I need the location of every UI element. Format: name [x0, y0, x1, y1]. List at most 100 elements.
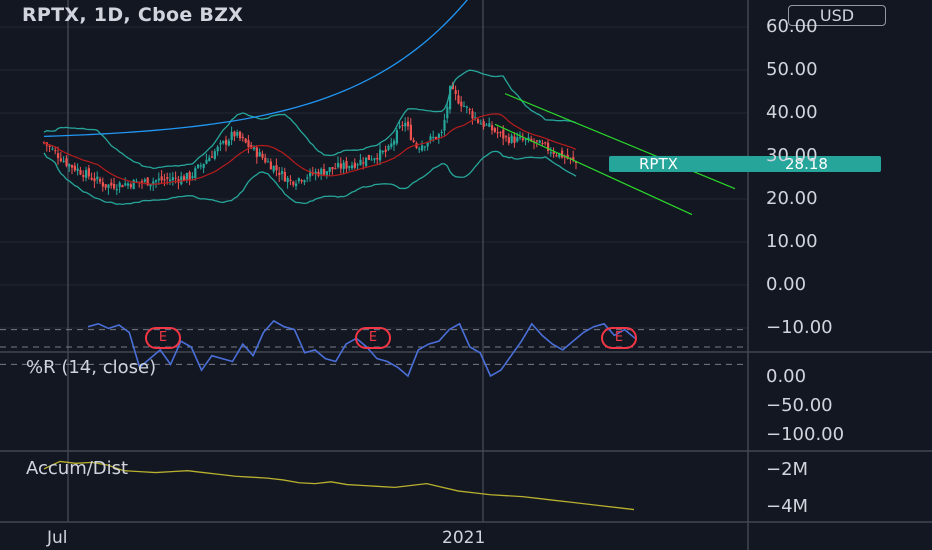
accum-dist-pane	[43, 460, 635, 511]
last-price-badge: RPTX 28.18	[609, 156, 881, 172]
candle-body	[507, 137, 510, 144]
candle-body	[227, 140, 230, 146]
candle-body	[202, 163, 205, 168]
candle-body	[255, 147, 258, 158]
candle-body	[516, 137, 519, 142]
y-tick-label: 0.00	[766, 366, 807, 387]
candle-body	[513, 136, 516, 143]
y-tick-label: −100.00	[766, 424, 845, 445]
candle-body	[65, 158, 68, 166]
candle-body	[99, 179, 102, 182]
candle-body	[496, 132, 499, 134]
candle-body	[239, 131, 242, 139]
candle-body	[471, 111, 474, 119]
candle-body	[289, 179, 292, 181]
candle-body	[303, 180, 306, 183]
candle-body	[356, 164, 359, 166]
candle-body	[555, 155, 558, 157]
candle-body	[440, 131, 443, 133]
candle-body	[407, 121, 410, 127]
candle-body	[479, 123, 482, 125]
candle-body	[85, 169, 88, 178]
candle-body	[183, 176, 186, 181]
candle-body	[395, 130, 398, 144]
candle-body	[79, 169, 82, 175]
candle-body	[362, 162, 365, 164]
candle-body	[76, 168, 79, 171]
candle-body	[379, 149, 382, 161]
candle-body	[393, 140, 396, 145]
candle-body	[535, 140, 538, 142]
candle-body	[292, 181, 295, 185]
candle-body	[54, 150, 57, 152]
candle-body	[351, 165, 354, 169]
candle-body	[244, 138, 247, 143]
earnings-marker-2[interactable]: E	[355, 327, 391, 349]
candle-body	[118, 182, 121, 188]
y-tick-label: 40.00	[766, 102, 818, 123]
candle-body	[457, 95, 460, 104]
candle-body	[463, 105, 466, 107]
candle-body	[426, 142, 429, 147]
candle-body	[71, 165, 74, 168]
candle-body	[275, 165, 278, 171]
candle-body	[264, 157, 267, 163]
y-tick-label: −4M	[766, 496, 809, 517]
candle-body	[387, 145, 390, 150]
candle-body	[82, 175, 85, 177]
candle-body	[213, 151, 216, 159]
candle-body	[482, 121, 485, 127]
candle-body	[443, 120, 446, 131]
y-tick-label: 20.00	[766, 188, 818, 209]
candle-body	[365, 157, 368, 167]
candle-body	[124, 183, 127, 186]
candle-body	[323, 169, 326, 175]
candle-body	[272, 166, 275, 172]
candle-body	[337, 162, 340, 168]
candle-body	[423, 146, 426, 148]
y-tick-label: −50.00	[766, 395, 833, 416]
candle-body	[96, 176, 99, 180]
earnings-marker-1[interactable]: E	[145, 327, 181, 349]
earnings-marker-3[interactable]: E	[601, 327, 637, 349]
candle-body	[541, 142, 544, 144]
y-tick-label: 60.00	[766, 16, 818, 37]
candle-body	[432, 136, 435, 139]
y-tick-label: −10.00	[766, 317, 833, 338]
x-tick-label: 2021	[442, 528, 486, 548]
candle-body	[115, 189, 118, 191]
candle-body	[143, 179, 146, 182]
candle-body	[163, 179, 166, 181]
candle-body	[404, 122, 407, 127]
candle-body	[519, 136, 522, 138]
candle-body	[205, 159, 208, 164]
candle-body	[381, 151, 384, 153]
candle-body	[345, 161, 348, 169]
candle-body	[429, 136, 432, 141]
candle-body	[477, 119, 480, 123]
candle-body	[110, 182, 113, 186]
williams-r-title: %R (14, close)	[26, 357, 157, 378]
candle-body	[446, 106, 449, 119]
candle-body	[127, 183, 130, 186]
candle-body	[155, 180, 158, 182]
candle-body	[334, 168, 337, 170]
candle-body	[230, 132, 233, 141]
candle-body	[141, 181, 144, 183]
candle-body	[171, 177, 174, 181]
candle-body	[48, 145, 51, 147]
candle-body	[502, 129, 505, 139]
candle-body	[370, 159, 373, 161]
candle-body	[90, 177, 93, 180]
candle-body	[199, 165, 202, 167]
y-tick-label: 0.00	[766, 274, 807, 295]
candle-body	[342, 162, 345, 170]
candle-body	[376, 157, 379, 160]
candle-body	[247, 140, 250, 147]
candle-body	[59, 158, 62, 162]
candle-body	[269, 161, 272, 170]
candle-body	[485, 124, 488, 126]
grid-lines	[0, 0, 748, 522]
candle-body	[331, 167, 334, 170]
candle-body	[219, 142, 222, 145]
